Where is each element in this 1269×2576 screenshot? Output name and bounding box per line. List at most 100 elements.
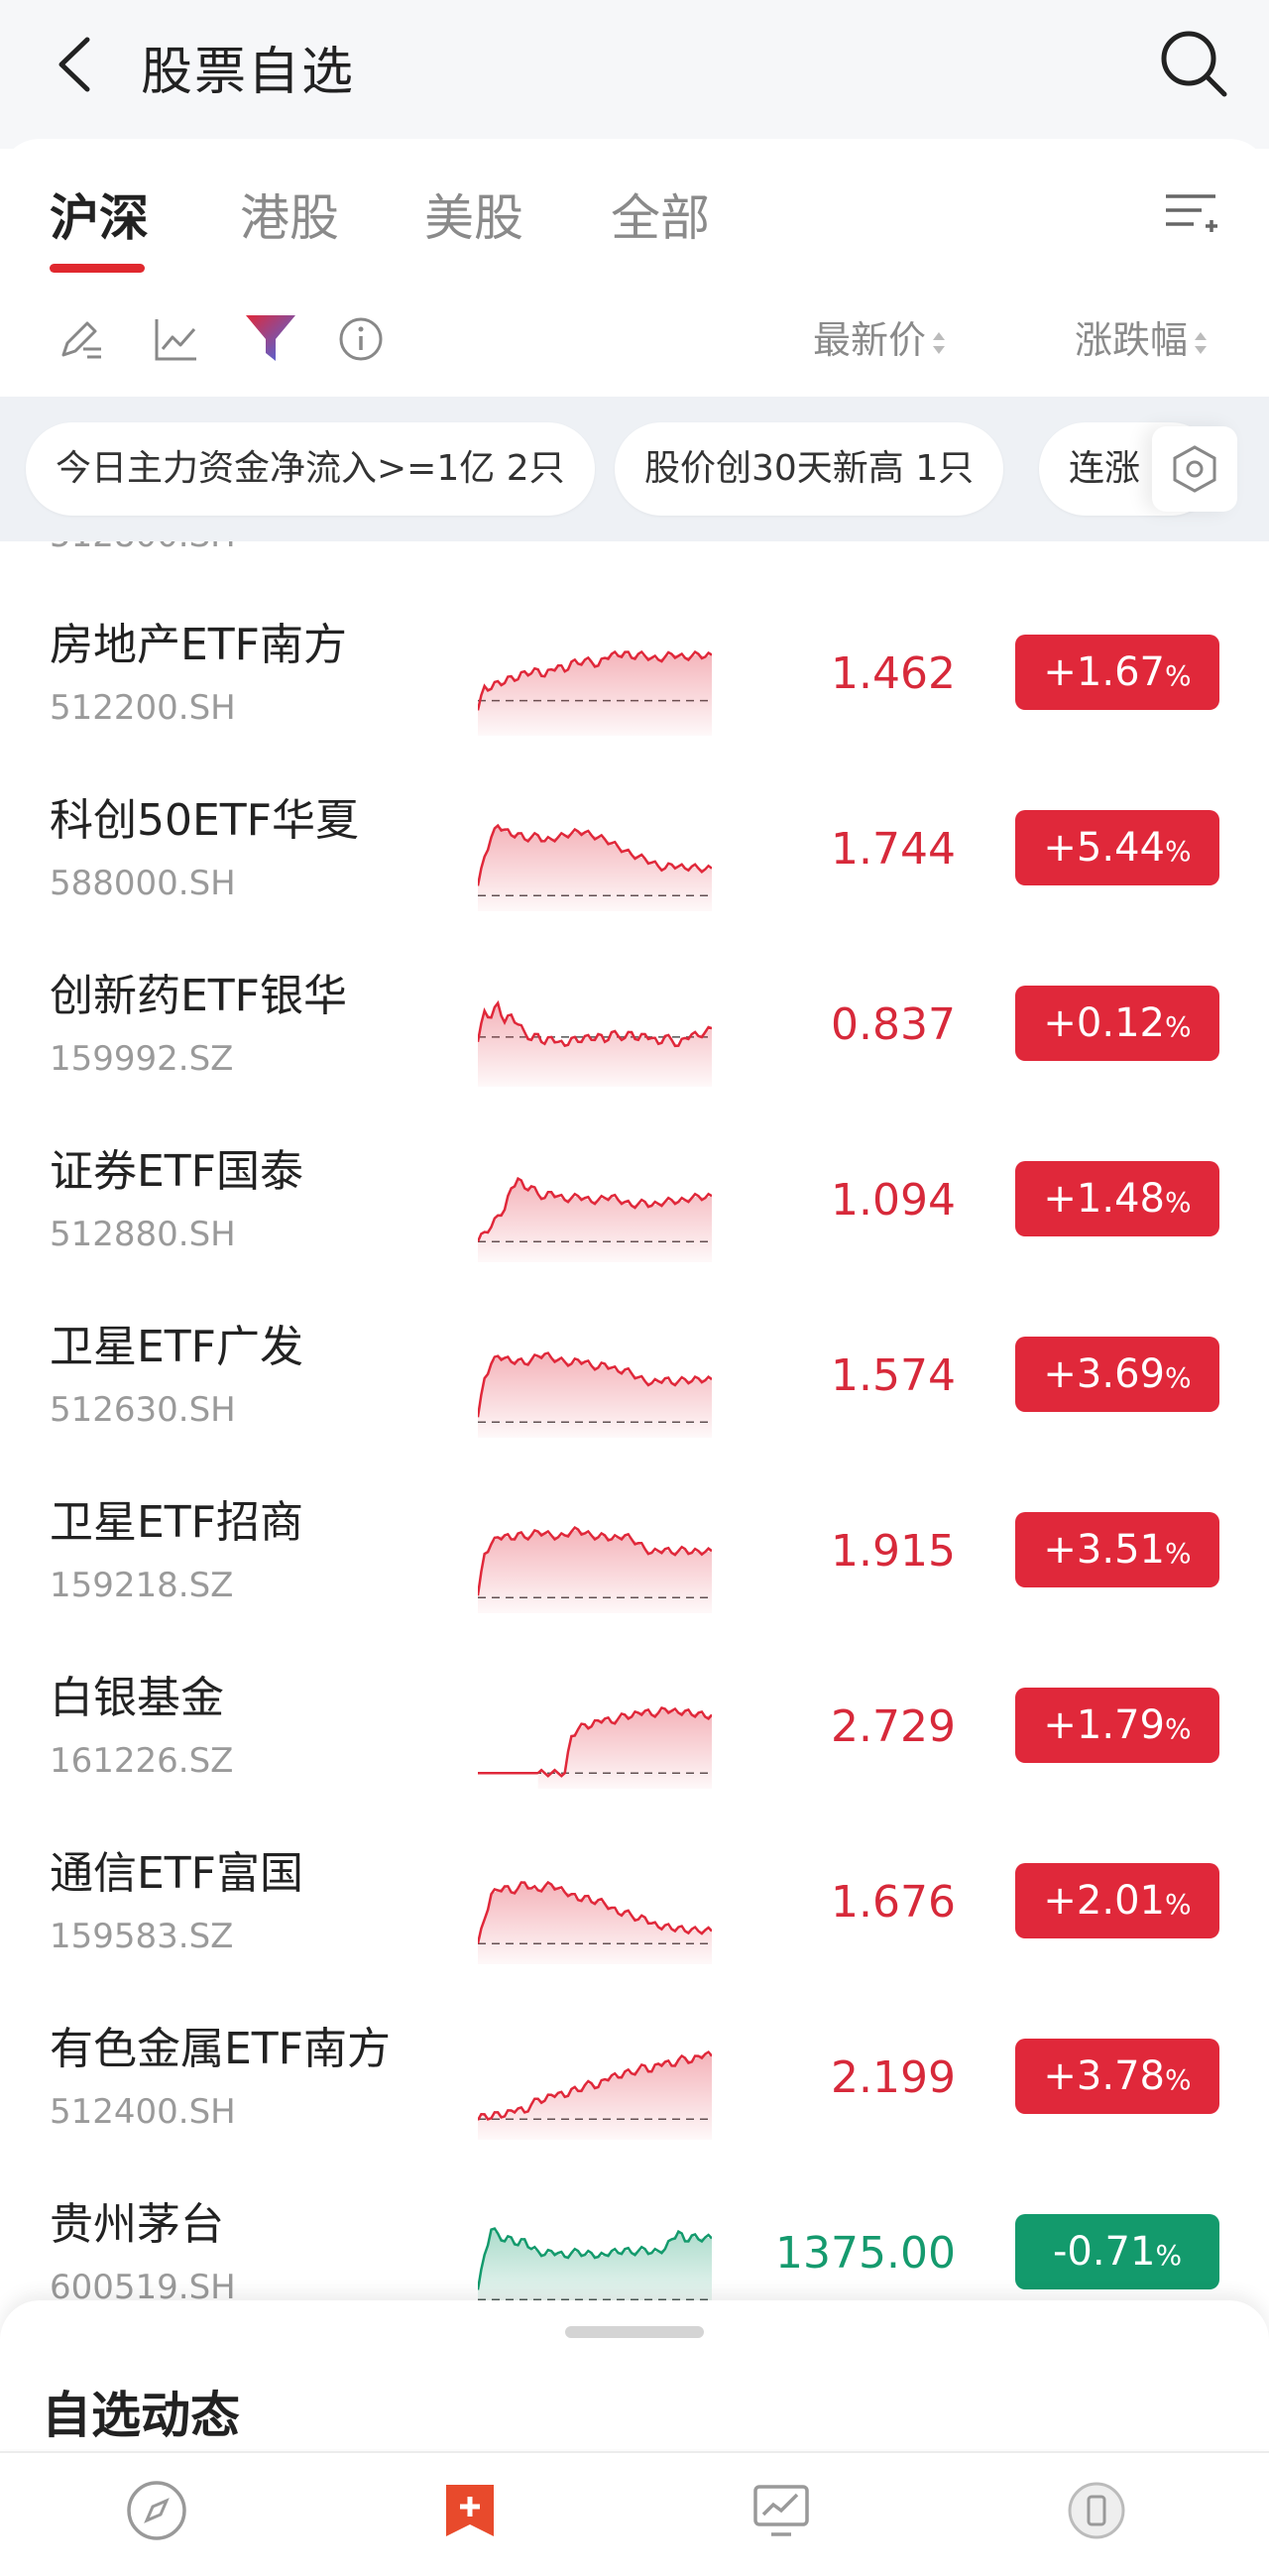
change-percent-value: +0.12 <box>1043 1000 1165 1046</box>
stock-name: 有色金属ETF南方 <box>50 2024 391 2074</box>
change-column-header[interactable]: 涨跌幅 <box>1075 309 1208 364</box>
active-tab-indicator <box>50 264 145 273</box>
latest-price: 1.094 <box>831 1175 956 1226</box>
latest-price: 1.462 <box>831 648 956 699</box>
search-icon[interactable] <box>1158 28 1229 99</box>
filter-chip-label: 今日主力资金净流入>=1亿 <box>56 448 496 489</box>
stock-row[interactable]: 科创50ETF华夏 588000.SH 1.744 +5.44% <box>0 717 1269 911</box>
latest-price: 1.744 <box>831 824 956 875</box>
line-chart-icon[interactable] <box>153 315 200 363</box>
stock-name: 证券ETF国泰 <box>50 1146 303 1197</box>
stock-name: 卫星ETF招商 <box>50 1497 303 1548</box>
stock-name: 卫星ETF广发 <box>50 1322 303 1372</box>
change-percent-badge[interactable]: +1.48% <box>1015 1161 1219 1236</box>
change-column-label: 涨跌幅 <box>1075 318 1189 362</box>
filter-settings-button[interactable] <box>1152 426 1237 512</box>
latest-price: 2.199 <box>831 2052 956 2103</box>
percent-sign: % <box>1164 1361 1192 1394</box>
stock-name: 科创50ETF华夏 <box>50 795 359 846</box>
top-bar: 股票自选 <box>0 0 1269 149</box>
change-percent-value: +1.67 <box>1043 649 1165 695</box>
list-settings-icon[interactable] <box>1162 188 1219 238</box>
percent-sign: % <box>1164 835 1192 868</box>
change-percent-badge[interactable]: +5.44% <box>1015 810 1219 885</box>
stock-list: 512800.SH 房地产ETF南方512200.SH1.462+1.67%科创… <box>0 541 1269 2306</box>
percent-sign: % <box>1155 2239 1183 2272</box>
change-percent-badge[interactable]: -0.71% <box>1015 2214 1219 2289</box>
sort-arrows-icon <box>1195 331 1208 354</box>
settings-hexagon-icon <box>1173 445 1216 493</box>
change-percent-value: +5.44 <box>1043 825 1165 871</box>
stock-name: 房地产ETF南方 <box>50 620 347 670</box>
stock-row[interactable]: 贵州茅台 600519.SH 1375.00 -0.71% <box>0 2121 1269 2306</box>
stock-row[interactable]: 通信ETF富国 159583.SZ 1.676 +2.01% <box>0 1770 1269 1964</box>
tab-all[interactable]: 全部 <box>611 178 710 250</box>
latest-price: 1.915 <box>831 1526 956 1577</box>
tab-hk[interactable]: 港股 <box>240 178 339 250</box>
stock-row[interactable]: 卫星ETF广发 512630.SH 1.574 +3.69% <box>0 1243 1269 1438</box>
percent-sign: % <box>1164 1186 1192 1219</box>
sort-arrows-icon <box>933 331 946 354</box>
stock-row[interactable]: 有色金属ETF南方 512400.SH 2.199 +3.78% <box>0 1945 1269 2140</box>
change-percent-value: -0.71 <box>1052 2229 1156 2275</box>
stock-name: 贵州茅台 <box>50 2199 224 2250</box>
tab-hushen[interactable]: 沪深 <box>50 178 149 250</box>
change-percent-badge[interactable]: +1.67% <box>1015 635 1219 710</box>
page-title: 股票自选 <box>141 43 356 102</box>
price-column-label: 最新价 <box>813 318 927 362</box>
edit-pen-icon[interactable] <box>58 315 105 363</box>
percent-sign: % <box>1164 2063 1192 2096</box>
price-column-header[interactable]: 最新价 <box>813 309 946 364</box>
watchlist-news-sheet[interactable]: 自选动态 <box>0 2300 1269 2449</box>
profile-icon[interactable] <box>1065 2479 1128 2542</box>
stock-row[interactable]: 房地产ETF南方 512200.SH 1.462 +1.67% <box>0 541 1269 736</box>
filter-funnel-icon[interactable] <box>244 311 297 367</box>
drag-handle[interactable] <box>565 2326 704 2338</box>
percent-sign: % <box>1164 1010 1192 1043</box>
intraday-sparkline <box>478 2227 712 2306</box>
change-percent-value: +3.69 <box>1043 1351 1165 1397</box>
watchlist-add-icon[interactable] <box>438 2479 502 2542</box>
sheet-title: 自选动态 <box>42 2387 240 2444</box>
change-percent-badge[interactable]: +2.01% <box>1015 1863 1219 1938</box>
percent-sign: % <box>1164 1537 1192 1570</box>
filter-strip: 今日主力资金净流入>=1亿 2只 股价创30天新高 1只 连涨 <box>0 397 1269 541</box>
back-arrow-icon[interactable] <box>50 36 97 93</box>
change-percent-value: +1.48 <box>1043 1176 1165 1222</box>
change-percent-value: +3.51 <box>1043 1527 1165 1573</box>
percent-sign: % <box>1164 1888 1192 1921</box>
info-icon[interactable] <box>337 315 385 363</box>
latest-price: 1375.00 <box>775 2228 956 2279</box>
change-percent-badge[interactable]: +3.78% <box>1015 2039 1219 2114</box>
filter-chip-30day-high[interactable]: 股价创30天新高 1只 <box>615 422 1004 516</box>
market-chart-icon[interactable] <box>750 2479 813 2542</box>
change-percent-badge[interactable]: +3.51% <box>1015 1512 1219 1587</box>
stock-name: 通信ETF富国 <box>50 1848 303 1899</box>
compass-icon[interactable] <box>125 2479 188 2542</box>
stock-row[interactable]: 证券ETF国泰 512880.SH 1.094 +1.48% <box>0 1068 1269 1262</box>
filter-chip-count: 1只 <box>915 448 975 489</box>
filter-chip-count: 2只 <box>506 448 565 489</box>
percent-sign: % <box>1164 1712 1192 1745</box>
percent-sign: % <box>1164 659 1192 692</box>
stock-row[interactable]: 创新药ETF银华 159992.SZ 0.837 +0.12% <box>0 892 1269 1087</box>
filter-chip-label: 股价创30天新高 <box>644 448 904 489</box>
latest-price: 2.729 <box>831 1701 956 1752</box>
change-percent-value: +2.01 <box>1043 1878 1165 1924</box>
change-percent-badge[interactable]: +1.79% <box>1015 1688 1219 1763</box>
filter-chip-label: 连涨 <box>1069 448 1141 489</box>
stock-name: 创新药ETF银华 <box>50 971 347 1021</box>
latest-price: 1.574 <box>831 1350 956 1401</box>
tab-us[interactable]: 美股 <box>424 178 523 250</box>
latest-price: 0.837 <box>831 999 956 1050</box>
change-percent-badge[interactable]: +0.12% <box>1015 986 1219 1061</box>
latest-price: 1.676 <box>831 1877 956 1928</box>
filter-chip-fund-inflow[interactable]: 今日主力资金净流入>=1亿 2只 <box>26 422 595 516</box>
stock-row[interactable]: 白银基金 161226.SZ 2.729 +1.79% <box>0 1594 1269 1789</box>
stock-name: 白银基金 <box>50 1673 224 1723</box>
bottom-nav <box>0 2451 1269 2576</box>
change-percent-value: +3.78 <box>1043 2053 1165 2099</box>
change-percent-badge[interactable]: +3.69% <box>1015 1337 1219 1412</box>
change-percent-value: +1.79 <box>1043 1702 1165 1748</box>
stock-row[interactable]: 卫星ETF招商 159218.SZ 1.915 +3.51% <box>0 1419 1269 1613</box>
